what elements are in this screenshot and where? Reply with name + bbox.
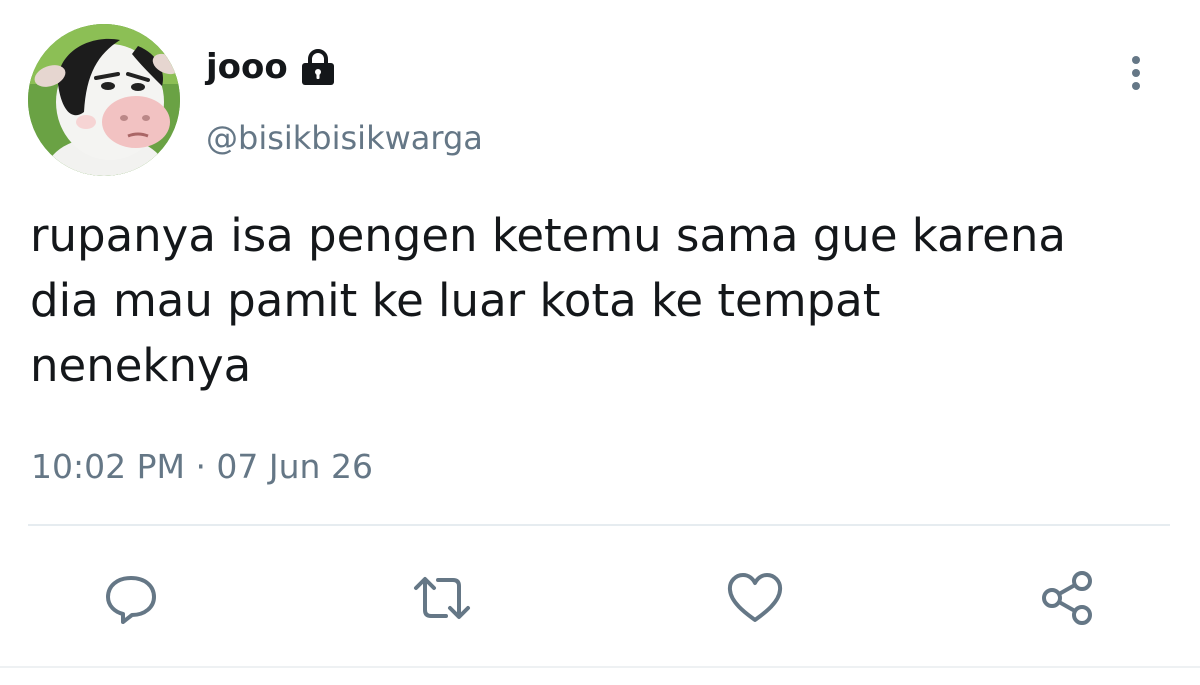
bottom-divider xyxy=(0,666,1200,668)
cow-avatar-image xyxy=(28,24,180,176)
like-button[interactable] xyxy=(725,568,785,628)
username[interactable]: @bisikbisikwarga xyxy=(206,116,483,160)
retweet-arrows-icon xyxy=(414,577,470,619)
heart-icon xyxy=(727,573,783,622)
vertical-dots-icon xyxy=(1132,56,1140,90)
retweet-button[interactable] xyxy=(412,568,472,628)
avatar[interactable] xyxy=(28,24,180,176)
display-name[interactable]: jooo xyxy=(206,44,288,90)
tweet-card: jooo @bisikbisikwarga rupanya isa pengen… xyxy=(0,0,1200,685)
share-button[interactable] xyxy=(1037,568,1097,628)
share-nodes-icon xyxy=(1042,571,1092,625)
tweet-timestamp[interactable]: 10:02 PM · 07 Jun 26 xyxy=(31,444,373,490)
comment-bubble-icon xyxy=(106,576,156,624)
divider xyxy=(28,524,1170,526)
lock-icon xyxy=(298,47,338,87)
more-options-button[interactable] xyxy=(1116,50,1156,94)
tweet-text: rupanya isa pengen ketemu sama gue karen… xyxy=(30,209,1066,392)
display-name-row: jooo xyxy=(206,44,338,90)
reply-button[interactable] xyxy=(101,568,161,628)
